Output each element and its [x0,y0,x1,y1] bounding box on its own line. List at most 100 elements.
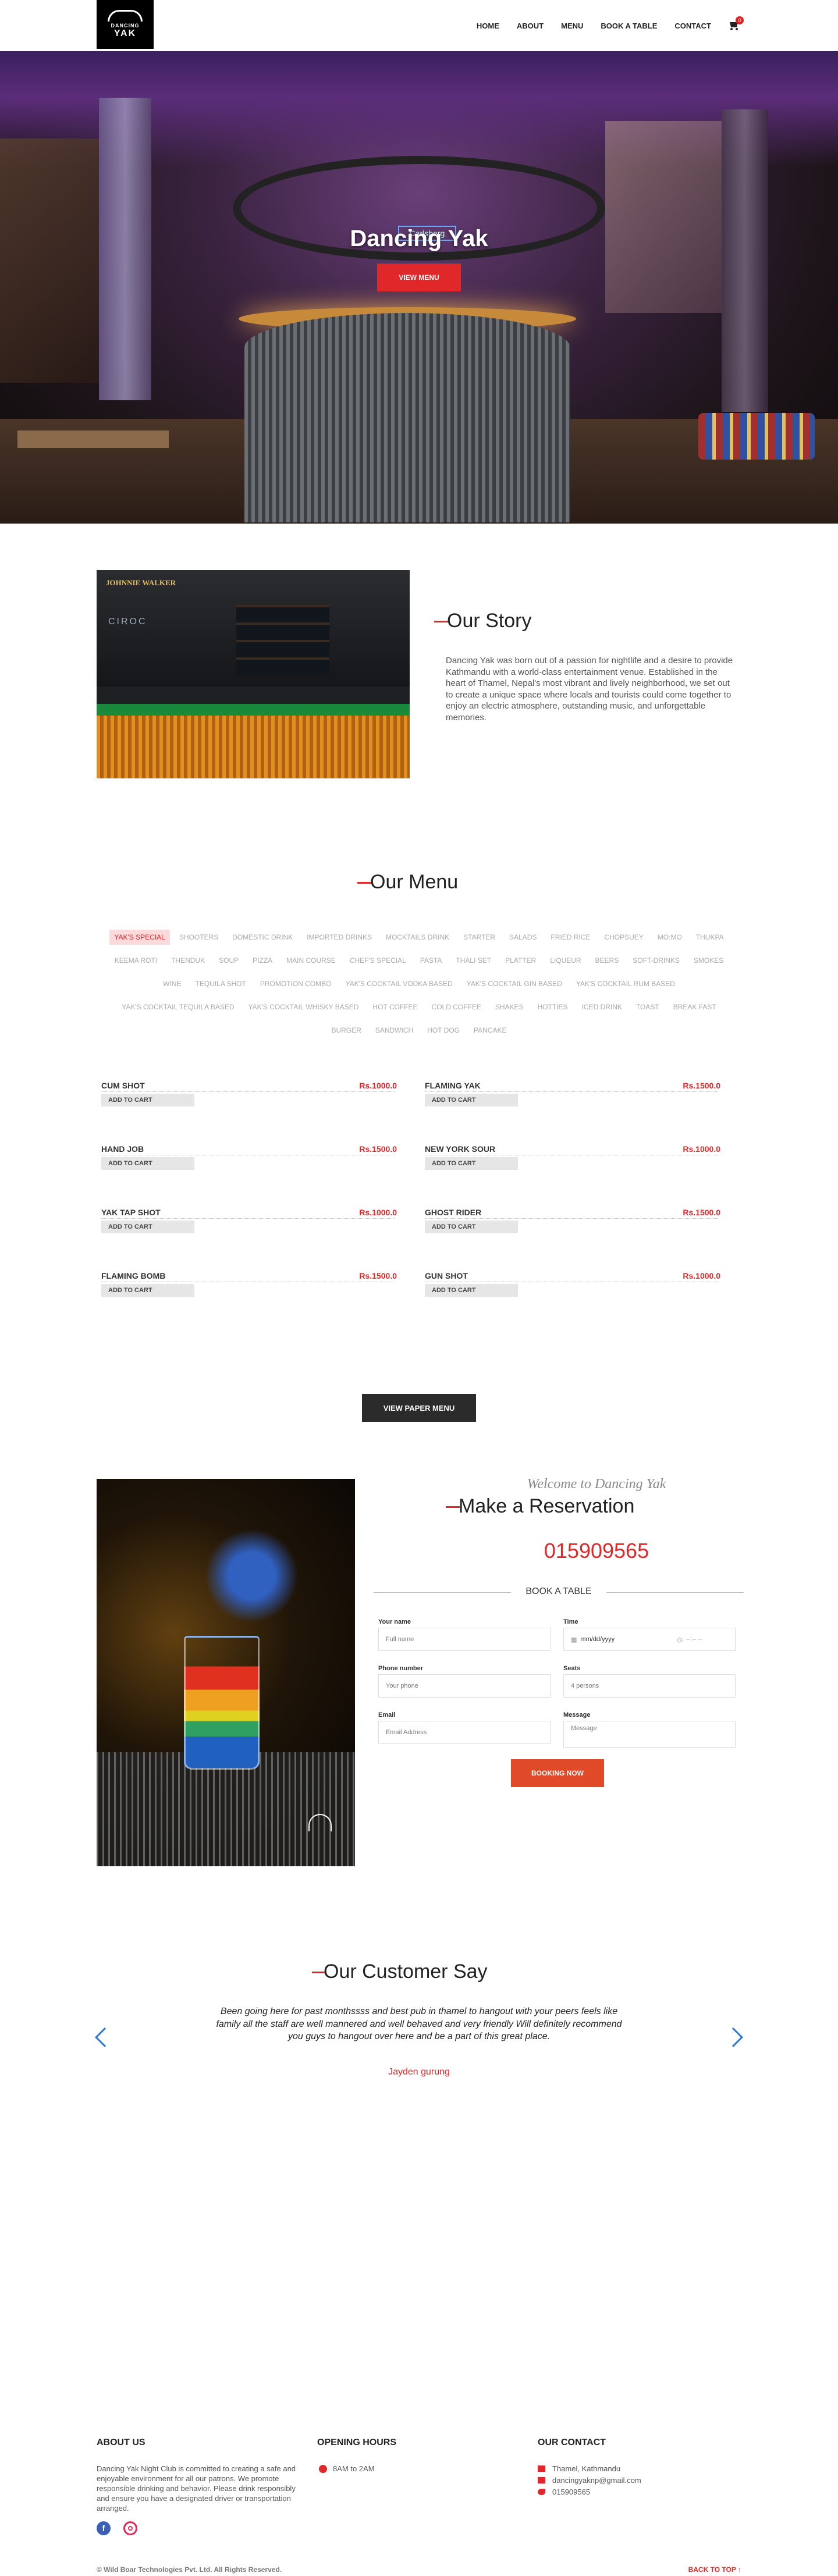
menu-category-tab[interactable]: LIQUEUR [545,953,585,968]
menu-category-tab[interactable]: COLD COFFEE [427,999,486,1015]
menu-item: CUM SHOT Rs.1000.0 ADD TO CART [97,1076,399,1111]
date-time-input[interactable]: ▦ mm/dd/yyyy ◷ --:-- -- [563,1628,736,1651]
story-title: Our Story [447,610,532,632]
menu-category-tab[interactable]: SANDWICH [371,1023,418,1038]
menu-category-tab[interactable]: BEERS [591,953,624,968]
chevron-left-icon[interactable] [95,2027,115,2047]
menu-item-price: Rs.1000.0 [359,1208,397,1217]
menu-category-tab[interactable]: PIZZA [248,953,277,968]
menu-category-tab[interactable]: TEQUILA SHOT [190,976,250,991]
address-text: Thamel, Kathmandu [552,2464,621,2473]
menu-category-tab[interactable]: BREAK FAST [669,999,721,1015]
menu-category-tab[interactable]: TOAST [631,999,664,1015]
contact-email[interactable]: dancingyaknp@gmail.com [538,2476,641,2485]
menu-category-tab[interactable]: YAK'S COCKTAIL GIN BASED [462,976,567,991]
menu-category-tab[interactable]: YAK'S COCKTAIL WHISKY BASED [244,999,364,1015]
menu-category-tab[interactable]: DOMESTIC DRINK [228,930,297,945]
add-to-cart-button[interactable]: ADD TO CART [425,1157,518,1170]
seats-label: Seats [563,1665,581,1672]
menu-category-tab[interactable]: PROMOTION COMBO [255,976,336,991]
logo-line1: DANCING [111,23,140,29]
menu-category-tab[interactable]: WINE [158,976,186,991]
menu-category-tab[interactable]: THALI SET [451,953,496,968]
phone-label: Phone number [378,1665,424,1672]
contact-address: Thamel, Kathmandu [538,2464,620,2473]
menu-category-tab[interactable]: HOTTIES [533,999,573,1015]
menu-category-tab[interactable]: PLATTER [500,953,541,968]
menu-category-tab[interactable]: ICED DRINK [577,999,627,1015]
add-to-cart-button[interactable]: ADD TO CART [101,1284,194,1297]
email-text[interactable]: dancingyaknp@gmail.com [552,2476,641,2485]
copyright: © Wild Boar Technologies Pvt. Ltd. All R… [97,2566,282,2574]
menu-category-tab[interactable]: MAIN COURSE [282,953,340,968]
title-accent [434,621,448,622]
footer-about-text: Dancing Yak Night Club is committed to c… [97,2464,296,2513]
menu-category-tab[interactable]: STARTER [459,930,500,945]
menu-category-tab[interactable]: SOFT-DRINKS [628,953,684,968]
menu-category-tab[interactable]: SALADS [505,930,541,945]
add-to-cart-button[interactable]: ADD TO CART [101,1157,194,1170]
menu-category-tab[interactable]: CHEF'S SPECIAL [345,953,411,968]
menu-category-tab[interactable]: YAK'S SPECIAL [109,930,170,945]
add-to-cart-button[interactable]: ADD TO CART [425,1284,518,1297]
add-to-cart-button[interactable]: ADD TO CART [101,1221,194,1233]
menu-item: GUN SHOT Rs.1000.0 ADD TO CART [420,1266,723,1301]
back-to-top-link[interactable]: BACK TO TOP ↑ [688,2566,741,2574]
menu-category-tab[interactable]: CHOPSUEY [599,930,648,945]
menu-item-price: Rs.1500.0 [683,1208,720,1217]
name-input[interactable]: Full name [378,1628,551,1651]
nav-book-a-table[interactable]: BOOK A TABLE [601,22,657,30]
menu-item: FLAMING YAK Rs.1500.0 ADD TO CART [420,1076,723,1111]
menu-category-tab[interactable]: HOT COFFEE [368,999,422,1015]
menu-category-tab[interactable]: THUKPA [691,930,729,945]
chevron-right-icon[interactable] [723,2027,743,2047]
menu-item-name: GHOST RIDER [425,1208,482,1217]
menu-category-tab[interactable]: YAK'S COCKTAIL TEQUILA BASED [117,999,239,1015]
nav-home[interactable]: HOME [477,22,499,30]
menu-category-tab[interactable]: FRIED RICE [546,930,595,945]
phone-text[interactable]: 015909565 [552,2488,590,2496]
menu-category-tab[interactable]: MO:MO [653,930,687,945]
email-input[interactable]: Email Address [378,1721,551,1744]
menu-category-tab[interactable]: SHOOTERS [175,930,223,945]
menu-item-name: CUM SHOT [101,1081,145,1090]
message-textarea[interactable]: Message [563,1721,736,1748]
menu-item-price: Rs.1000.0 [683,1144,720,1154]
menu-category-tab[interactable]: PANCAKE [469,1023,511,1038]
cart-icon[interactable]: 0 [729,16,744,30]
logo[interactable]: DANCING YAK [97,0,154,49]
menu-category-tab[interactable]: MOCKTAILS DRINK [381,930,454,945]
menu-category-tab[interactable]: YAK'S COCKTAIL VODKA BASED [341,976,457,991]
menu-category-tab[interactable]: SHAKES [491,999,528,1015]
menu-category-tab[interactable]: IMPORTED DRINKS [302,930,377,945]
facebook-icon[interactable]: f [97,2521,111,2535]
view-menu-button[interactable]: VIEW MENU [377,264,461,291]
menu-category-tab[interactable]: KEEMA ROTI [110,953,162,968]
nav-menu[interactable]: MENU [561,22,583,30]
nav-contact[interactable]: CONTACT [674,22,711,30]
menu-category-tab[interactable]: HOT DOG [422,1023,464,1038]
booking-now-button[interactable]: BOOKING NOW [511,1759,604,1787]
date-input[interactable]: mm/dd/yyyy [580,1636,673,1643]
instagram-icon[interactable] [123,2521,137,2535]
menu-category-tab[interactable]: BURGER [327,1023,366,1038]
menu-category-tab[interactable]: THENDUK [166,953,210,968]
menu-category-tab[interactable]: YAK'S COCKTAIL RUM BASED [571,976,680,991]
time-input[interactable]: --:-- -- [686,1636,702,1643]
reservation-phone: 015909565 [544,1539,649,1563]
seats-select[interactable]: 4 persons [563,1674,736,1698]
menu-category-tab[interactable]: SOUP [214,953,243,968]
view-paper-menu-button[interactable]: VIEW PAPER MENU [362,1394,476,1422]
menu-category-tab[interactable]: SMOKES [689,953,728,968]
phone-icon [538,2489,545,2495]
contact-phone[interactable]: 015909565 [538,2488,590,2496]
reservation-title: Make a Reservation [459,1495,635,1517]
add-to-cart-button[interactable]: ADD TO CART [101,1094,194,1106]
menu-item-price: Rs.1000.0 [683,1271,720,1280]
phone-input[interactable]: Your phone [378,1674,551,1698]
add-to-cart-button[interactable]: ADD TO CART [425,1221,518,1233]
main-menu: HOME ABOUT MENU BOOK A TABLE CONTACT 0 [477,16,744,30]
add-to-cart-button[interactable]: ADD TO CART [425,1094,518,1106]
nav-about[interactable]: ABOUT [517,22,544,30]
menu-category-tab[interactable]: PASTA [416,953,447,968]
